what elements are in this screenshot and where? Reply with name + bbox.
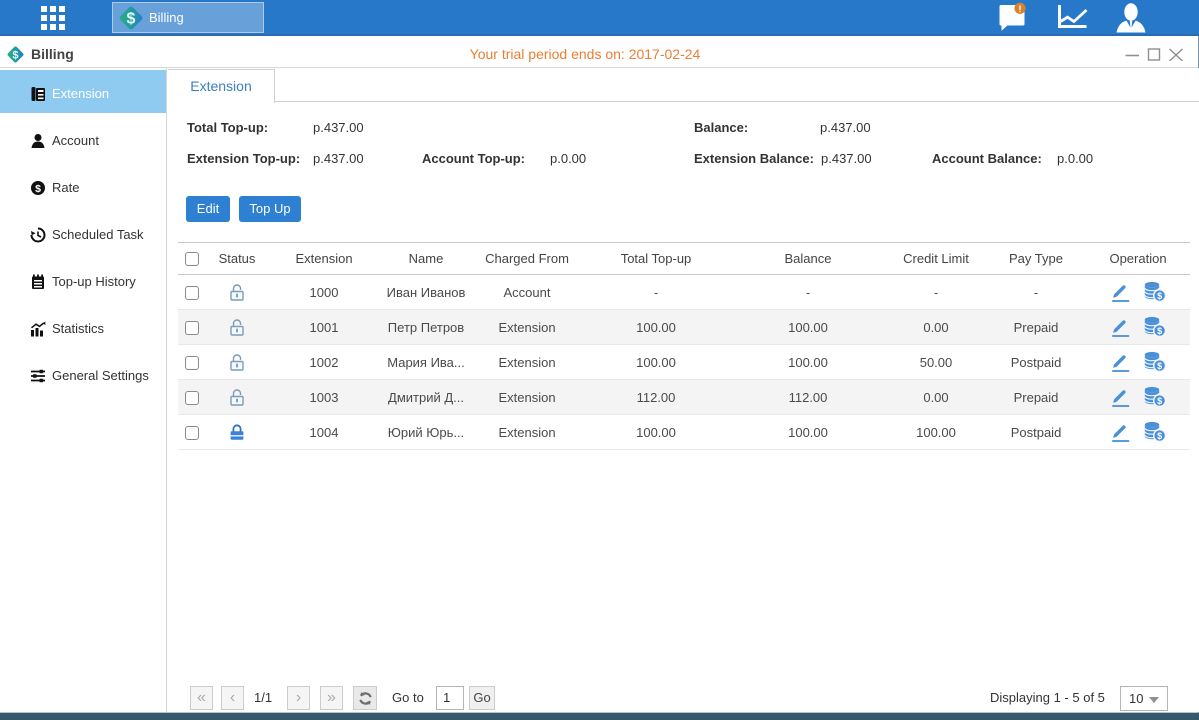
svg-text:$: $: [35, 183, 41, 195]
svg-text:!: !: [1018, 4, 1021, 15]
svg-text:$: $: [127, 10, 136, 27]
